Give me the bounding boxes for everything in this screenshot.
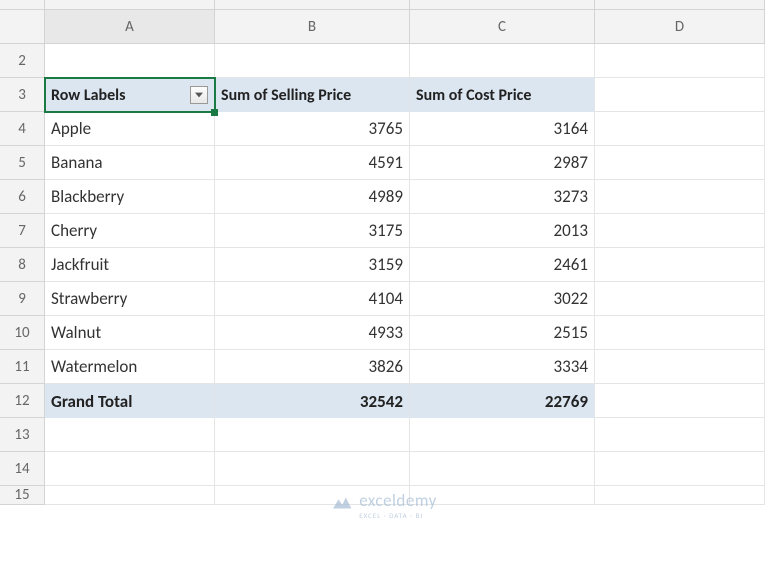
pivot-cost-header[interactable]: Sum of Cost Price (410, 78, 595, 112)
cell[interactable] (45, 418, 215, 452)
col-header-gap (595, 0, 765, 10)
cell[interactable] (45, 452, 215, 486)
cell[interactable] (45, 486, 215, 505)
pivot-selling-header[interactable]: Sum of Selling Price (215, 78, 410, 112)
chevron-down-icon (195, 92, 203, 98)
table-row-label[interactable]: Walnut (45, 316, 215, 350)
table-row-label[interactable]: Blackberry (45, 180, 215, 214)
watermark-text: exceldemy (359, 490, 437, 511)
cell[interactable] (595, 44, 765, 78)
col-header-gap (215, 0, 410, 10)
exceldemy-icon (331, 492, 353, 510)
table-row-selling[interactable]: 3159 (215, 248, 410, 282)
column-header-a[interactable]: A (45, 10, 215, 44)
row-header[interactable]: 5 (0, 146, 45, 180)
row-header[interactable]: 11 (0, 350, 45, 384)
table-row-cost[interactable]: 2461 (410, 248, 595, 282)
watermark-logo: exceldemy EXCEL · DATA · BI (331, 490, 437, 511)
row-header[interactable]: 7 (0, 214, 45, 248)
grand-total-selling[interactable]: 32542 (215, 384, 410, 418)
column-header-d[interactable]: D (595, 10, 765, 44)
table-row-cost[interactable]: 2515 (410, 316, 595, 350)
table-row-selling[interactable]: 4104 (215, 282, 410, 316)
cell[interactable] (595, 316, 765, 350)
cell[interactable] (410, 486, 595, 505)
column-header-c[interactable]: C (410, 10, 595, 44)
table-row-label[interactable]: Watermelon (45, 350, 215, 384)
filter-dropdown-button[interactable] (190, 86, 208, 104)
cell[interactable] (410, 418, 595, 452)
table-row-selling[interactable]: 4933 (215, 316, 410, 350)
cell[interactable] (215, 418, 410, 452)
row-header[interactable]: 12 (0, 384, 45, 418)
row-header[interactable]: 10 (0, 316, 45, 350)
row-header[interactable]: 2 (0, 44, 45, 78)
cell[interactable] (410, 452, 595, 486)
cell[interactable] (595, 452, 765, 486)
grand-total-cost[interactable]: 22769 (410, 384, 595, 418)
cell[interactable] (595, 418, 765, 452)
cell[interactable] (595, 384, 765, 418)
cell[interactable] (595, 180, 765, 214)
cell[interactable] (45, 44, 215, 78)
cell[interactable] (595, 350, 765, 384)
cell[interactable] (595, 248, 765, 282)
cell[interactable] (410, 44, 595, 78)
grand-total-label[interactable]: Grand Total (45, 384, 215, 418)
row-header[interactable]: 8 (0, 248, 45, 282)
cell[interactable] (595, 112, 765, 146)
cell[interactable] (595, 214, 765, 248)
cell[interactable] (595, 78, 765, 112)
row-header[interactable]: 13 (0, 418, 45, 452)
table-row-cost[interactable]: 3334 (410, 350, 595, 384)
row-header[interactable]: 6 (0, 180, 45, 214)
column-header-b[interactable]: B (215, 10, 410, 44)
cell[interactable] (595, 486, 765, 505)
table-row-cost[interactable]: 2013 (410, 214, 595, 248)
cell[interactable] (215, 452, 410, 486)
table-row-selling[interactable]: 4591 (215, 146, 410, 180)
pivot-row-labels-header[interactable]: Row Labels (45, 78, 215, 112)
watermark-tagline: EXCEL · DATA · BI (359, 511, 423, 520)
row-header[interactable]: 3 (0, 78, 45, 112)
row-header[interactable]: 4 (0, 112, 45, 146)
row-header[interactable]: 15 (0, 486, 45, 505)
row-labels-text: Row Labels (51, 86, 125, 105)
table-row-selling[interactable]: 4989 (215, 180, 410, 214)
table-row-cost[interactable]: 2987 (410, 146, 595, 180)
table-row-selling[interactable]: 3175 (215, 214, 410, 248)
table-row-label[interactable]: Strawberry (45, 282, 215, 316)
table-row-label[interactable]: Cherry (45, 214, 215, 248)
table-row-label[interactable]: Apple (45, 112, 215, 146)
table-row-label[interactable]: Banana (45, 146, 215, 180)
cell[interactable] (595, 282, 765, 316)
table-row-selling[interactable]: 3826 (215, 350, 410, 384)
table-row-cost[interactable]: 3273 (410, 180, 595, 214)
row-header[interactable]: 14 (0, 452, 45, 486)
table-row-cost[interactable]: 3022 (410, 282, 595, 316)
corner-cell[interactable] (0, 10, 45, 44)
row-header[interactable]: 9 (0, 282, 45, 316)
spreadsheet-grid: A B C D 2 3 Row Labels Sum of Selling Pr… (0, 0, 768, 505)
table-row-label[interactable]: Jackfruit (45, 248, 215, 282)
col-header-gap (410, 0, 595, 10)
table-row-selling[interactable]: 3765 (215, 112, 410, 146)
cell[interactable] (215, 44, 410, 78)
col-header-gap (45, 0, 215, 10)
corner-cell (0, 0, 45, 10)
table-row-cost[interactable]: 3164 (410, 112, 595, 146)
cell[interactable] (595, 146, 765, 180)
